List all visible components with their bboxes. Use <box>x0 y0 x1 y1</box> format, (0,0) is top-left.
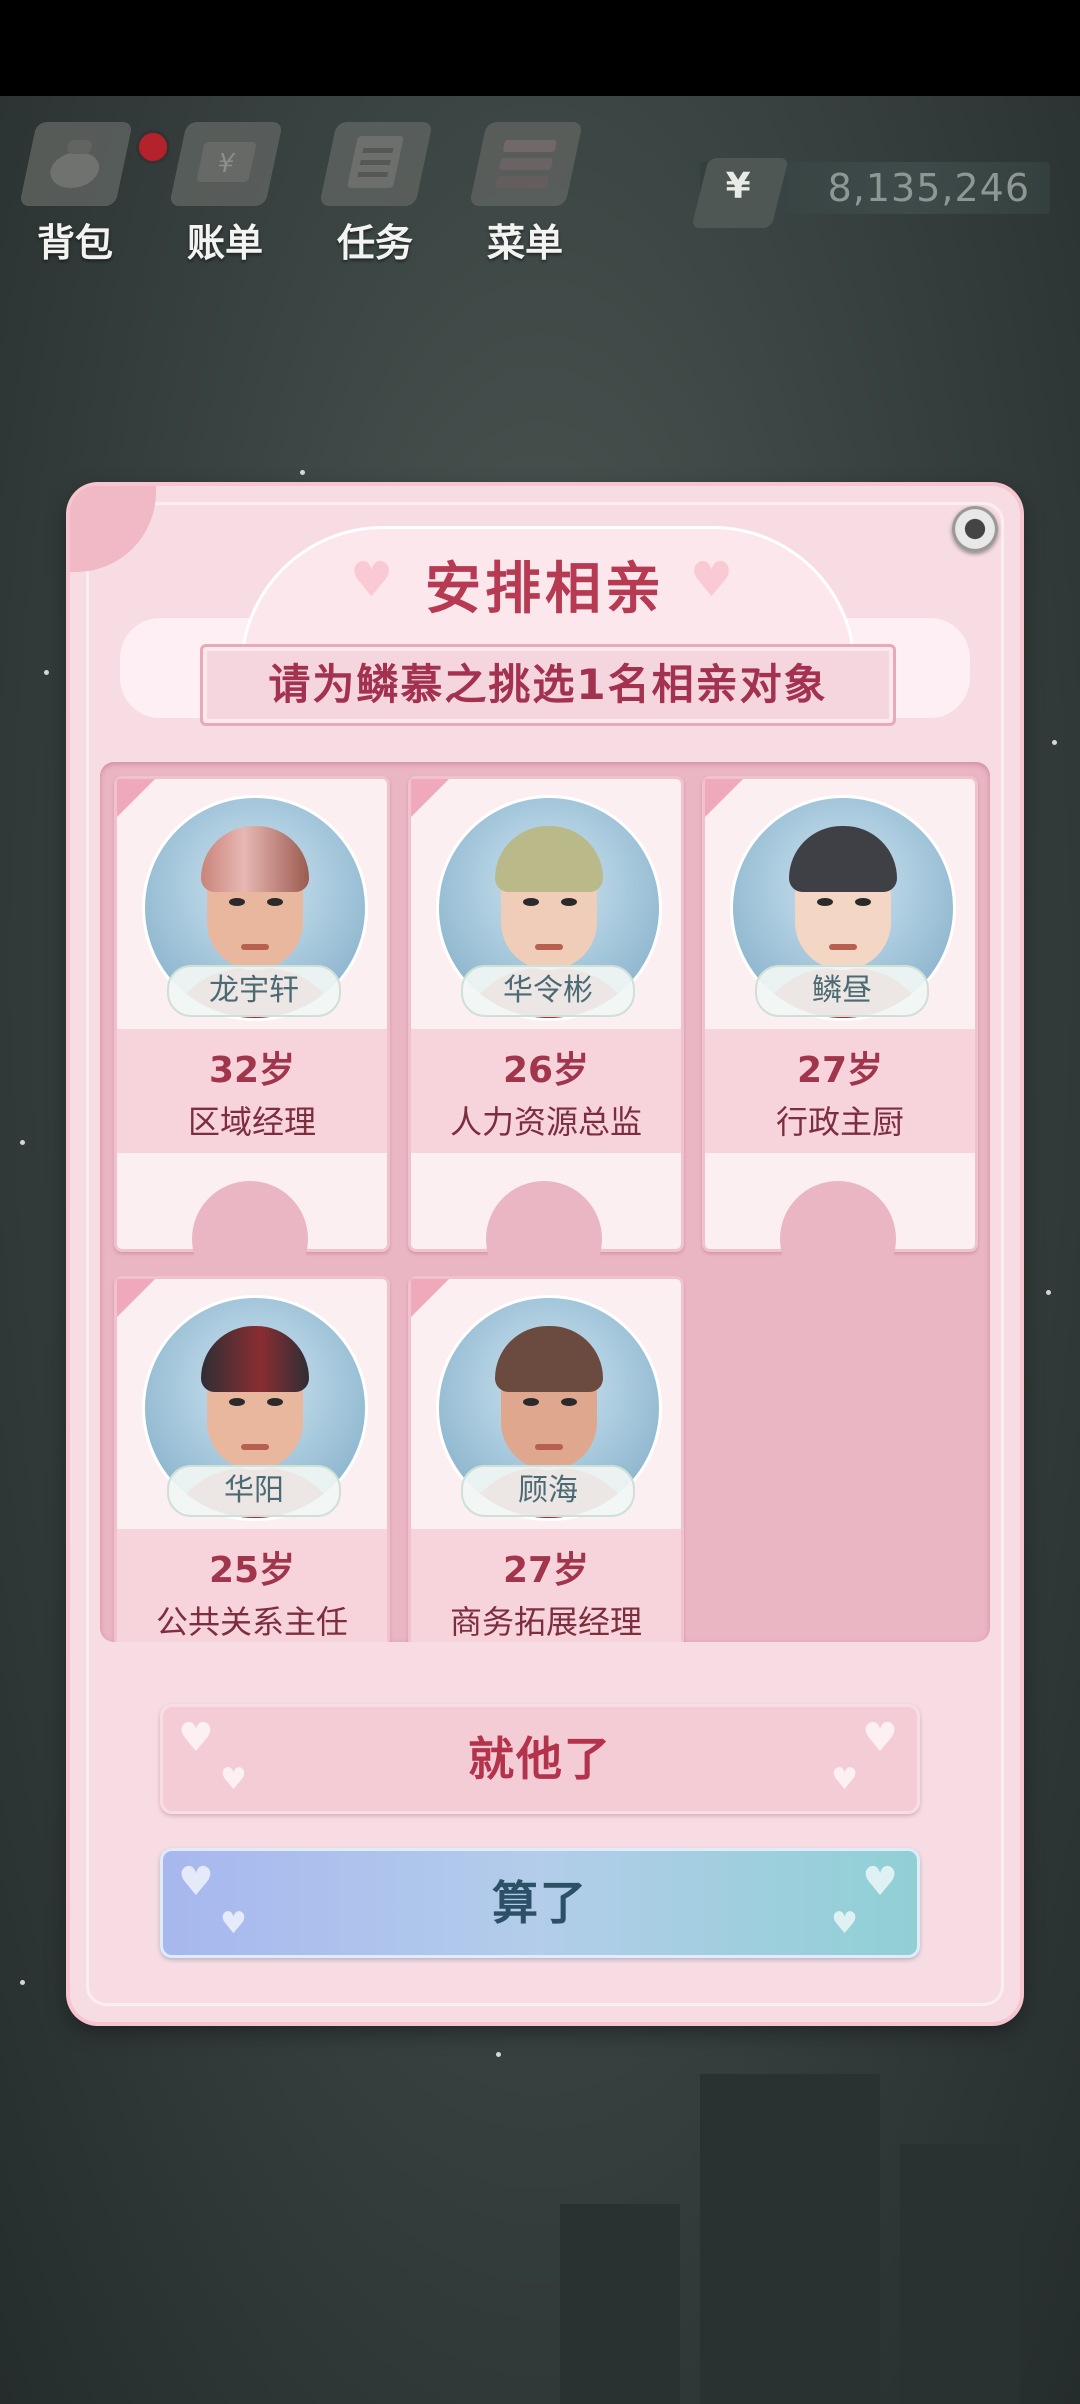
cancel-button[interactable]: ♥ ♥ ♥ ♥ 算了 <box>160 1848 920 1958</box>
star-decoration <box>1046 1290 1051 1295</box>
dialog-title: 安排相亲 <box>425 557 665 622</box>
city-silhouette <box>900 2144 1020 2404</box>
candidate-name: 顾海 <box>461 1465 635 1517</box>
candidate-name: 龙宇轩 <box>167 965 341 1017</box>
avatar-eye <box>817 898 833 906</box>
card-tag <box>705 779 743 817</box>
subtitle-box: 请为鳞慕之挑选1名相亲对象 <box>200 644 896 726</box>
avatar-hair <box>789 826 897 892</box>
card-notch <box>780 1181 896 1297</box>
avatar-hair <box>495 826 603 892</box>
avatar-mouth <box>241 1444 269 1450</box>
confirm-label: 就他了 <box>468 1732 612 1786</box>
hud-backpack-label: 背包 <box>36 221 113 265</box>
candidate-age: 27岁 <box>502 1550 590 1591</box>
bill-icon: ¥ <box>169 122 283 206</box>
blind-date-dialog: ♥ ♥ 安排相亲 请为鳞慕之挑选1名相亲对象 龙宇轩 32岁 区域经理 华令彬 … <box>70 486 1020 2022</box>
candidate-card[interactable]: 华令彬 26岁 人力资源总监 <box>408 776 684 1297</box>
candidate-job: 人力资源总监 <box>449 1103 642 1141</box>
avatar-eye <box>561 1398 577 1406</box>
top-hud: 背包 ¥ 账单 任务 菜单 ¥ 8,135,246 <box>0 96 1080 266</box>
money-value: 8,135,246 <box>827 166 1030 210</box>
candidate-name: 鳞昼 <box>755 965 929 1017</box>
backpack-icon <box>19 122 133 206</box>
currency-symbol: ¥ <box>725 166 751 207</box>
avatar-eye <box>229 1398 245 1406</box>
avatar-hair <box>201 1326 309 1392</box>
hud-bill-button[interactable]: ¥ 账单 <box>150 116 300 265</box>
city-silhouette <box>560 2204 680 2404</box>
candidate-age: 25岁 <box>208 1550 296 1591</box>
card-tag <box>411 1279 449 1317</box>
heart-icon: ♥ <box>220 1906 249 1941</box>
star-decoration <box>496 2052 501 2057</box>
star-decoration <box>1052 740 1057 745</box>
heart-icon: ♥ <box>831 1762 860 1797</box>
star-decoration <box>20 1980 25 1985</box>
avatar-eye <box>523 898 539 906</box>
card-tag <box>117 1279 155 1317</box>
avatar-hair <box>495 1326 603 1392</box>
hud-menu-label: 菜单 <box>486 221 563 265</box>
avatar-mouth <box>829 944 857 950</box>
avatar-eye <box>267 1398 283 1406</box>
hud-task-label: 任务 <box>336 221 413 265</box>
avatar-eye <box>523 1398 539 1406</box>
candidate-card[interactable]: 龙宇轩 32岁 区域经理 <box>114 776 390 1297</box>
cancel-label: 算了 <box>492 1876 588 1930</box>
candidate-job: 公共关系主任 <box>155 1603 348 1641</box>
heart-icon: ♥ <box>178 1715 216 1761</box>
menu-icon <box>469 122 583 206</box>
heart-icon: ♥ <box>862 1715 900 1761</box>
candidate-job: 商务拓展经理 <box>449 1603 642 1641</box>
candidate-age: 27岁 <box>796 1050 884 1091</box>
candidate-job: 行政主厨 <box>775 1103 904 1141</box>
candidate-name: 华阳 <box>167 1465 341 1517</box>
avatar-eye <box>561 898 577 906</box>
hud-bill-label: 账单 <box>186 221 263 265</box>
star-decoration <box>300 470 305 475</box>
heart-icon: ♥ <box>220 1762 249 1797</box>
card-tag <box>117 779 155 817</box>
avatar-mouth <box>535 944 563 950</box>
confirm-button[interactable]: ♥ ♥ ♥ ♥ 就他了 <box>160 1704 920 1814</box>
avatar-eye <box>267 898 283 906</box>
avatar-eye <box>229 898 245 906</box>
candidate-name: 华令彬 <box>461 965 635 1017</box>
avatar-mouth <box>241 944 269 950</box>
candidate-card[interactable]: 鳞昼 27岁 行政主厨 <box>702 776 978 1297</box>
candidate-card[interactable]: 顾海 27岁 商务拓展经理 <box>408 1276 684 1642</box>
star-decoration <box>44 670 49 675</box>
candidate-age: 32岁 <box>208 1050 296 1091</box>
task-icon <box>319 122 433 206</box>
avatar-mouth <box>535 1444 563 1450</box>
heart-icon: ♥ <box>178 1859 216 1905</box>
hud-menu-button[interactable]: 菜单 <box>450 116 600 265</box>
card-tag <box>411 779 449 817</box>
candidate-card[interactable]: 华阳 25岁 公共关系主任 <box>114 1276 390 1642</box>
avatar-eye <box>855 898 871 906</box>
hud-backpack-button[interactable]: 背包 <box>0 116 170 265</box>
status-bar <box>0 0 1080 96</box>
candidate-job: 区域经理 <box>187 1103 316 1141</box>
heart-icon: ♥ <box>862 1859 900 1905</box>
candidate-age: 26岁 <box>502 1050 590 1091</box>
hud-task-button[interactable]: 任务 <box>300 116 450 265</box>
currency-icon: ¥ <box>691 158 789 228</box>
candidate-grid: 龙宇轩 32岁 区域经理 华令彬 26岁 人力资源总监 鳞昼 27岁 行政主厨 … <box>100 762 990 1642</box>
city-silhouette <box>700 2074 880 2404</box>
heart-icon: ♥ <box>831 1906 860 1941</box>
star-decoration <box>20 1140 25 1145</box>
dialog-subtitle: 请为鳞慕之挑选1名相亲对象 <box>268 660 828 709</box>
avatar-hair <box>201 826 309 892</box>
